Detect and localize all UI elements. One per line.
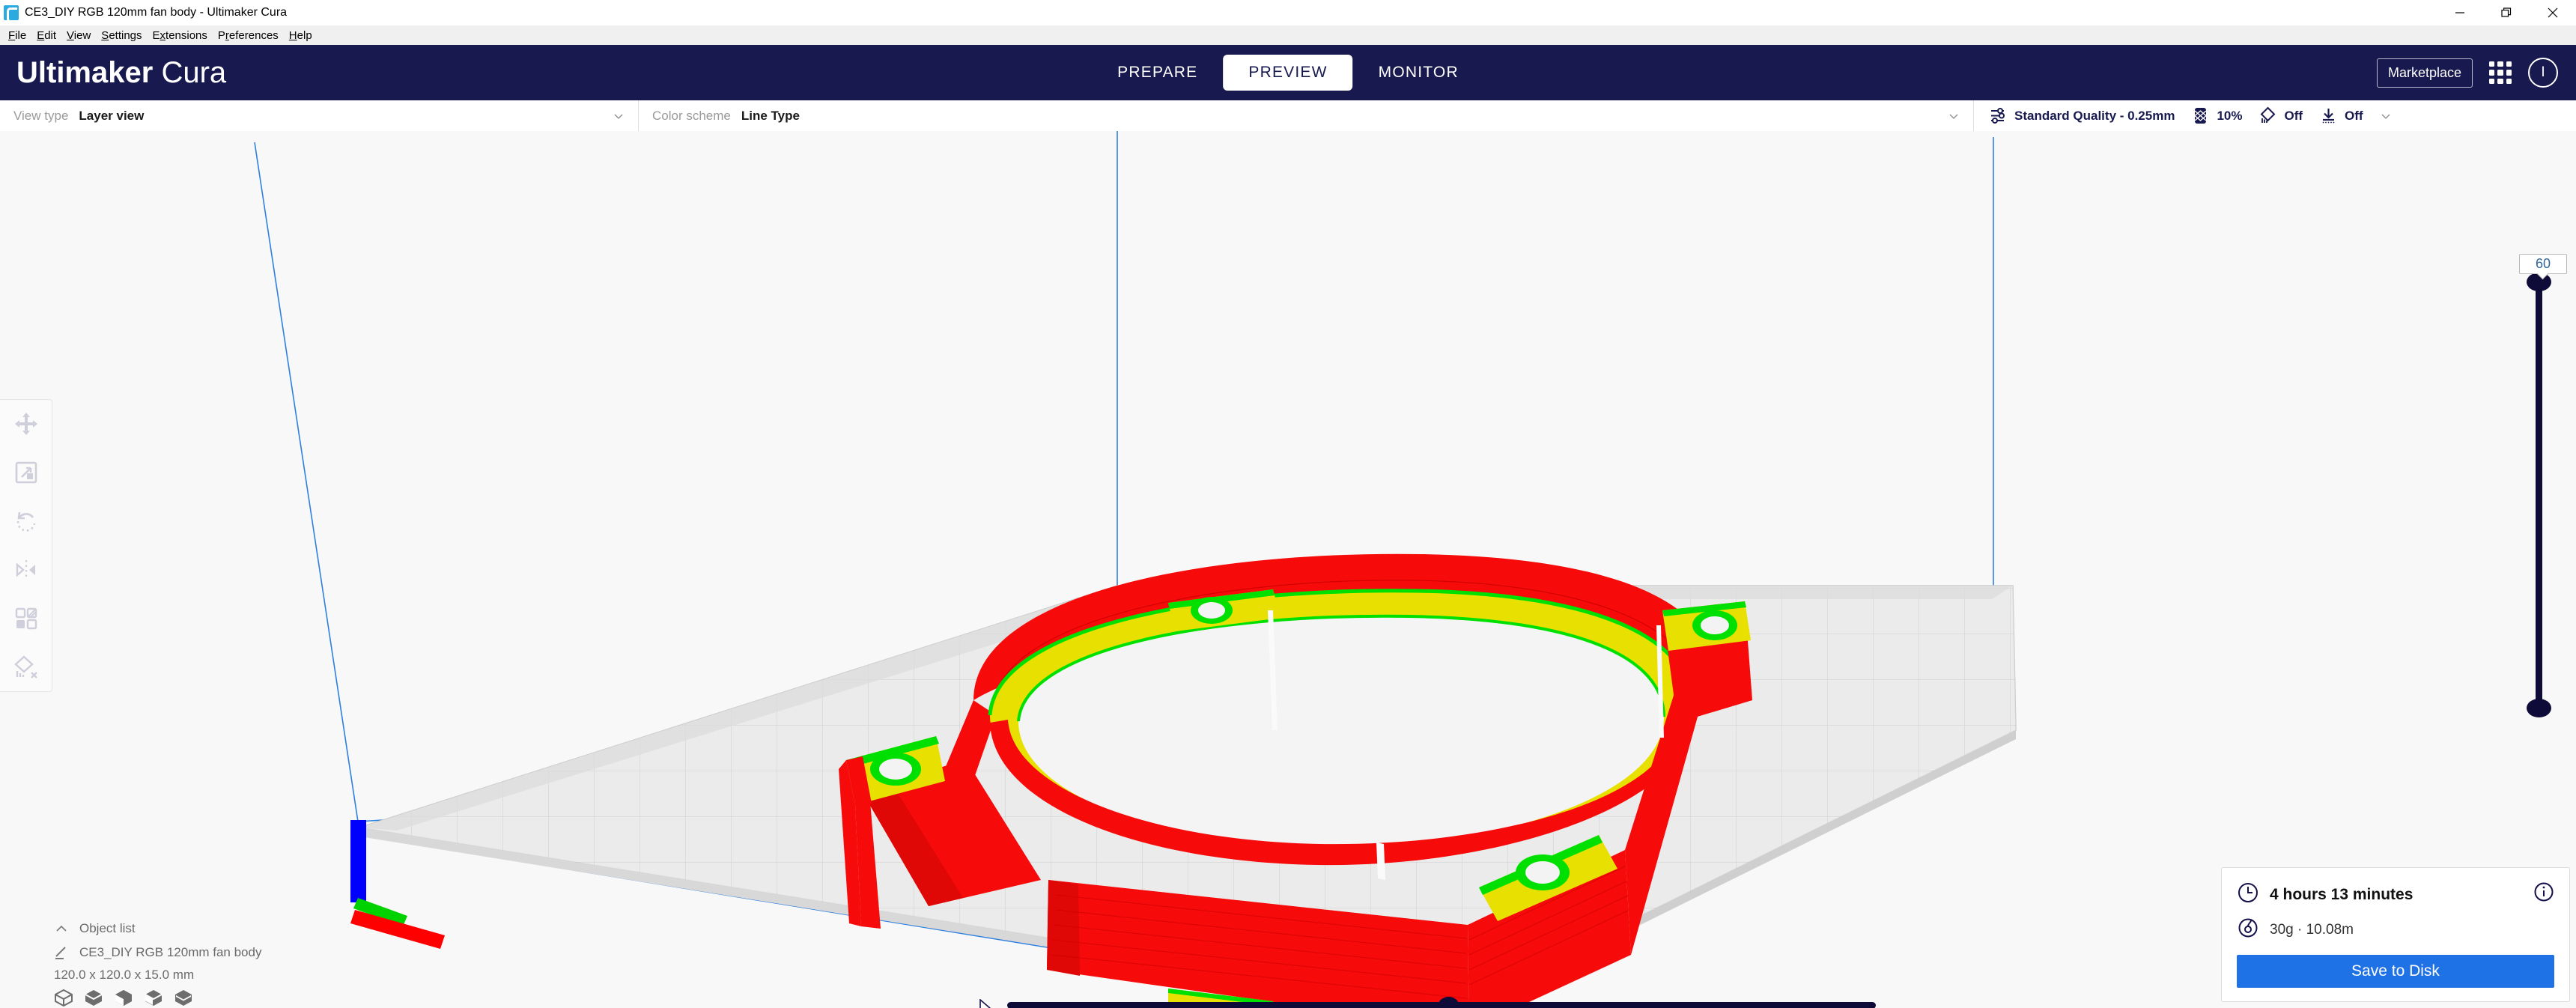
scale-tool[interactable]	[10, 456, 43, 489]
model-tools-panel	[0, 399, 52, 692]
close-icon[interactable]	[2530, 0, 2576, 25]
app-logo: Ultimaker Cura	[16, 56, 226, 90]
mirror-tool[interactable]	[10, 553, 43, 586]
view-left-icon[interactable]	[144, 989, 163, 1006]
object-list-title: Object list	[79, 921, 136, 935]
info-icon[interactable]	[2533, 881, 2554, 906]
print-settings-selector[interactable]: Standard Quality - 0.25mm 10% Off Off	[1974, 100, 2392, 131]
support-icon	[2258, 106, 2277, 125]
tab-prepare[interactable]: PREPARE	[1092, 55, 1223, 91]
header-actions: Marketplace I	[2376, 58, 2558, 88]
menu-settings[interactable]: Settings	[96, 27, 147, 44]
support-group: Off	[2258, 106, 2303, 125]
material-row: 30g · 10.08m	[2237, 917, 2554, 943]
adhesion-value: Off	[2345, 108, 2363, 123]
brand-cura: Cura	[161, 55, 227, 89]
mesh-type-icon	[54, 945, 69, 960]
layer-slider-upper-handle[interactable]: 60	[2519, 254, 2567, 291]
window-title: CE3_DIY RGB 120mm fan body - Ultimaker C…	[25, 6, 288, 19]
cura-application-window: CE3_DIY RGB 120mm fan body - Ultimaker C…	[0, 0, 2576, 1008]
view-toolbar: View type Layer view Color scheme Line T…	[0, 100, 2576, 132]
menu-view[interactable]: View	[61, 27, 96, 44]
tab-monitor[interactable]: MONITOR	[1353, 55, 1484, 91]
menu-help[interactable]: Help	[284, 27, 318, 44]
color-scheme-dropdown[interactable]: Color scheme Line Type	[639, 100, 1973, 131]
restore-icon[interactable]	[2483, 0, 2530, 25]
cura-logo-icon	[4, 5, 19, 22]
camera-view-buttons	[54, 987, 473, 1007]
window-title-bar: CE3_DIY RGB 120mm fan body - Ultimaker C…	[0, 0, 2576, 25]
color-scheme-value: Line Type	[741, 108, 800, 123]
view-top-icon[interactable]	[114, 989, 133, 1006]
infill-value: 10%	[2217, 108, 2243, 123]
infill-group: 10%	[2191, 106, 2242, 125]
layer-slider[interactable]: 60	[2516, 254, 2567, 730]
view-type-value: Layer view	[79, 108, 145, 123]
view-type-dropdown[interactable]: View type Layer view	[0, 100, 638, 131]
infill-icon	[2191, 106, 2210, 125]
color-scheme-label: Color scheme	[652, 108, 731, 123]
application-header: Ultimaker Cura PREPARE PREVIEW MONITOR M…	[0, 45, 2576, 100]
move-tool[interactable]	[10, 407, 43, 440]
rotate-tool[interactable]	[10, 505, 43, 538]
print-information-card: 4 hours 13 minutes 30g · 10.08m Save to …	[2221, 867, 2570, 1002]
brand-ultimaker: Ultimaker	[16, 55, 154, 89]
layer-slider-lower-handle[interactable]	[2527, 699, 2551, 717]
object-list-header[interactable]: Object list	[54, 917, 473, 941]
simulation-slider[interactable]	[1007, 996, 1876, 1008]
stage-tabs: PREPARE PREVIEW MONITOR	[1092, 55, 1484, 91]
menu-extensions[interactable]: Extensions	[148, 27, 213, 44]
object-dimensions: 120.0 x 120.0 x 15.0 mm	[54, 968, 195, 982]
view-3d-icon[interactable]	[54, 989, 73, 1007]
quality-profile-value: Standard Quality - 0.25mm	[2014, 108, 2175, 123]
menu-edit[interactable]: Edit	[31, 27, 61, 44]
print-time-value: 4 hours 13 minutes	[2270, 885, 2414, 903]
apps-grid-icon[interactable]	[2489, 61, 2512, 84]
per-model-settings-tool[interactable]	[10, 602, 43, 635]
chevron-down-icon	[1948, 110, 1960, 122]
view-right-icon[interactable]	[174, 989, 193, 1006]
sliced-model	[839, 553, 1752, 1008]
sliders-icon	[1989, 106, 2008, 125]
menu-preferences[interactable]: Preferences	[213, 27, 284, 44]
adhesion-group: Off	[2319, 106, 2363, 125]
clock-icon	[2237, 881, 2259, 908]
marketplace-button[interactable]: Marketplace	[2376, 58, 2473, 88]
spool-icon	[2237, 917, 2259, 943]
view-front-icon[interactable]	[84, 989, 103, 1006]
simulation-slider-handle[interactable]	[1438, 997, 1459, 1008]
window-controls	[2437, 0, 2576, 25]
tab-preview[interactable]: PREVIEW	[1223, 55, 1353, 91]
3d-viewport[interactable]: Ultimaker	[0, 131, 2576, 1008]
chevron-up-icon	[54, 921, 69, 936]
chevron-down-icon	[2380, 110, 2392, 122]
view-type-label: View type	[13, 108, 69, 123]
minimize-icon[interactable]	[2437, 0, 2483, 25]
menu-bar: FFileile Edit View Settings Extensions P…	[0, 25, 2576, 45]
print-time-row: 4 hours 13 minutes	[2237, 881, 2554, 908]
list-item[interactable]: CE3_DIY RGB 120mm fan body	[54, 941, 473, 965]
quality-profile-group: Standard Quality - 0.25mm	[1989, 106, 2175, 125]
material-value: 30g · 10.08m	[2270, 921, 2354, 938]
layer-slider-value: 60	[2519, 254, 2567, 274]
save-to-disk-button[interactable]: Save to Disk	[2237, 955, 2554, 988]
object-name: CE3_DIY RGB 120mm fan body	[79, 945, 262, 959]
mouse-cursor	[979, 999, 993, 1008]
menu-file[interactable]: FFileile	[3, 27, 31, 44]
adhesion-icon	[2319, 106, 2338, 125]
layer-slider-track[interactable]	[2536, 279, 2542, 708]
object-list-panel: Object list CE3_DIY RGB 120mm fan body 1…	[54, 911, 473, 1008]
support-blocker-tool[interactable]	[10, 651, 43, 684]
chevron-down-icon	[613, 110, 625, 122]
support-value: Off	[2284, 108, 2303, 123]
avatar[interactable]: I	[2528, 58, 2558, 88]
